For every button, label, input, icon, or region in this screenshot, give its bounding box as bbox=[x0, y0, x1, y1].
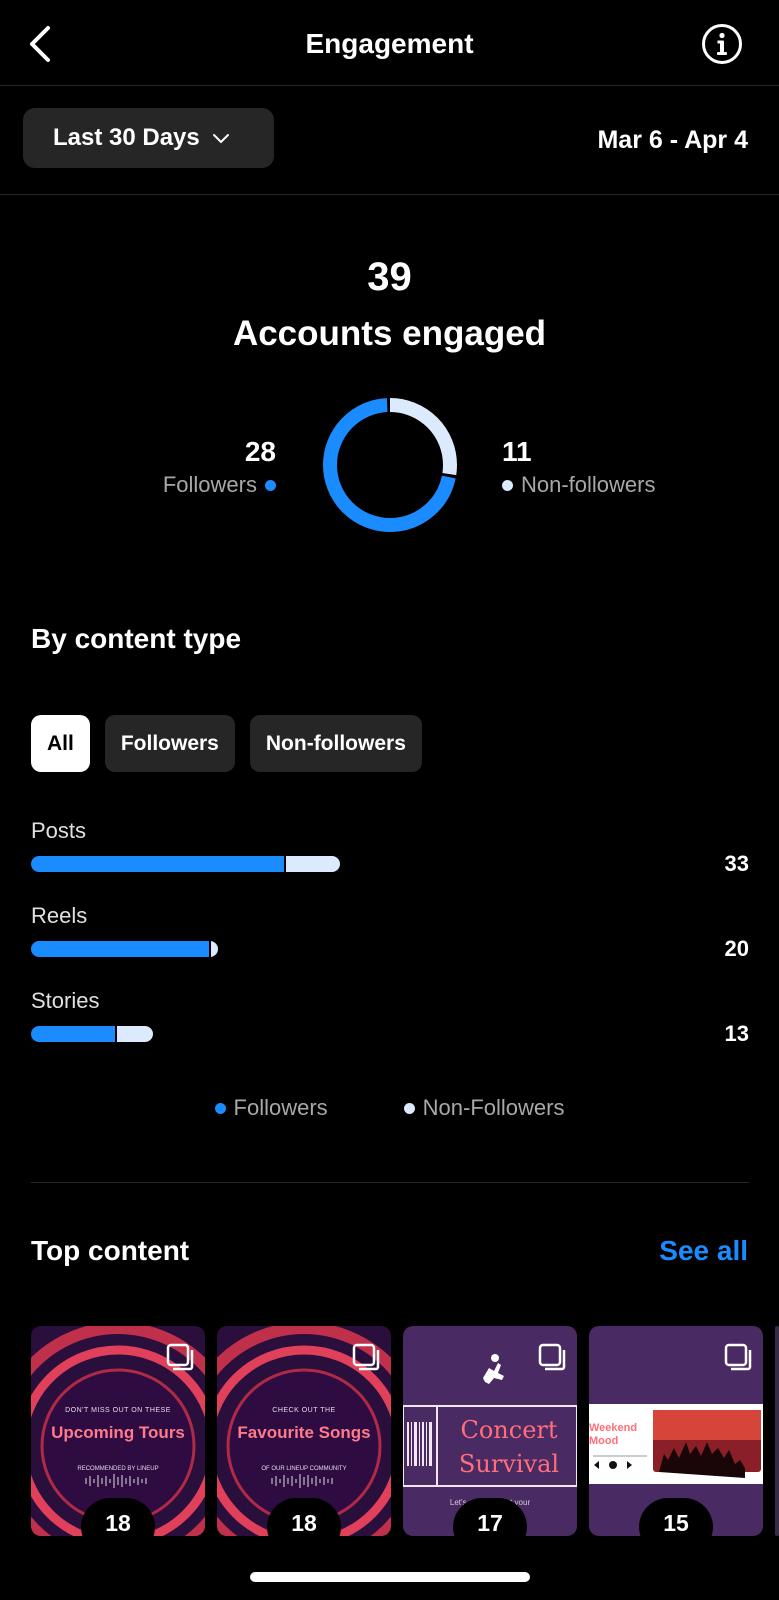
engagement-donut-chart bbox=[323, 398, 457, 532]
followers-legend: 28 Followers bbox=[163, 436, 276, 498]
carousel-icon bbox=[724, 1343, 752, 1371]
top-bar: Engagement bbox=[0, 0, 779, 86]
carousel-icon bbox=[538, 1343, 566, 1371]
thumb-caption: RECOMMENDED BY LINEUP bbox=[77, 1466, 159, 1472]
filter-bar: Last 30 Days Mar 6 - Apr 4 bbox=[0, 86, 779, 195]
chevron-down-icon bbox=[212, 134, 229, 144]
bar-stories-followers bbox=[31, 1026, 116, 1042]
next-thumb-edge bbox=[775, 1326, 779, 1536]
engagement-count: 15 bbox=[639, 1498, 713, 1536]
chip-all[interactable]: All bbox=[31, 715, 90, 772]
bar-legend-non-followers-label: Non-Followers bbox=[422, 1095, 565, 1120]
thumb-kicker: DON'T MISS OUT ON THESE bbox=[65, 1407, 171, 1414]
bar-value-stories: 13 bbox=[724, 1021, 749, 1046]
non-followers-label: Non-followers bbox=[521, 472, 656, 497]
thumb-title: Weekend Mood bbox=[589, 1422, 638, 1447]
bar-value-posts: 33 bbox=[724, 851, 749, 876]
accounts-engaged-label: Accounts engaged bbox=[232, 314, 547, 353]
non-followers-count: 11 bbox=[502, 436, 532, 467]
bar-row-reels: Reels 20 bbox=[31, 903, 749, 973]
bar-label-posts: Posts bbox=[31, 818, 87, 843]
bar-value-reels: 20 bbox=[724, 936, 749, 961]
info-icon[interactable] bbox=[701, 23, 743, 65]
followers-dot bbox=[265, 479, 276, 491]
accounts-engaged-count: 39 bbox=[367, 255, 412, 299]
followers-label: Followers bbox=[162, 472, 257, 497]
carousel-icon bbox=[352, 1343, 380, 1371]
chip-non-followers[interactable]: Non-followers bbox=[249, 715, 422, 772]
thumb-title: Favourite Songs bbox=[237, 1423, 371, 1442]
thumb-caption: OF OUR LINEUP COMMUNITY bbox=[261, 1466, 347, 1472]
bar-row-posts: Posts 33 bbox=[31, 818, 749, 888]
bar-posts-followers bbox=[31, 856, 284, 872]
bar-stories-non-followers bbox=[115, 1026, 153, 1042]
non-followers-legend: 11 Non-followers bbox=[502, 436, 656, 498]
engagement-count: 17 bbox=[453, 1498, 527, 1536]
section-divider bbox=[31, 1182, 749, 1183]
top-content-heading: Top content bbox=[31, 1235, 190, 1266]
bar-stories bbox=[31, 1026, 153, 1042]
date-range-text: Mar 6 - Apr 4 bbox=[597, 126, 748, 154]
top-content-item[interactable]: Concert Survival Let's get ... ck out yo… bbox=[403, 1326, 577, 1536]
bar-reels-non-followers bbox=[208, 941, 219, 957]
top-content-item[interactable]: CHECK OUT THE Favourite Songs OF OUR LIN… bbox=[217, 1326, 391, 1536]
engagement-count: 18 bbox=[267, 1498, 341, 1536]
page-title: Engagement bbox=[305, 28, 474, 59]
thumb-kicker: CHECK OUT THE bbox=[272, 1407, 336, 1414]
carousel-icon bbox=[166, 1343, 194, 1371]
bar-legend-followers-dot bbox=[214, 1102, 226, 1114]
audience-filter-chips: All Followers Non-followers bbox=[31, 715, 422, 772]
bar-legend-non-followers-dot bbox=[403, 1102, 415, 1114]
chip-followers[interactable]: Followers bbox=[104, 715, 235, 772]
bar-legend-followers-label: Followers bbox=[233, 1095, 328, 1120]
bar-reels bbox=[31, 941, 219, 957]
see-all-link[interactable]: See all bbox=[659, 1235, 748, 1267]
top-content-item[interactable]: Weekend Mood 15 bbox=[589, 1326, 763, 1536]
bar-legend-non-followers: Non-Followers bbox=[403, 1095, 565, 1121]
thumb-title: Upcoming Tours bbox=[51, 1423, 185, 1442]
bar-reels-followers bbox=[31, 941, 209, 957]
bar-row-stories: Stories 13 bbox=[31, 988, 749, 1058]
bar-posts bbox=[31, 856, 340, 872]
non-followers-dot bbox=[502, 479, 513, 491]
bar-legend: Followers Non-Followers bbox=[0, 1095, 779, 1121]
top-content-carousel: DON'T MISS OUT ON THESE Upcoming Tours R… bbox=[31, 1326, 779, 1536]
content-type-heading: By content type bbox=[31, 623, 242, 654]
bar-label-reels: Reels bbox=[31, 903, 88, 928]
bar-label-stories: Stories bbox=[31, 988, 100, 1013]
engagement-count: 18 bbox=[81, 1498, 155, 1536]
bar-legend-followers: Followers bbox=[214, 1095, 328, 1121]
followers-count: 28 bbox=[244, 436, 276, 467]
date-range-dropdown[interactable]: Last 30 Days bbox=[23, 108, 274, 168]
thumb-title: Concert Survival bbox=[458, 1416, 560, 1478]
top-content-item[interactable]: DON'T MISS OUT ON THESE Upcoming Tours R… bbox=[31, 1326, 205, 1536]
date-range-dropdown-label: Last 30 Days bbox=[53, 124, 200, 151]
home-indicator[interactable] bbox=[250, 1572, 530, 1582]
bar-posts-non-followers bbox=[283, 856, 340, 872]
